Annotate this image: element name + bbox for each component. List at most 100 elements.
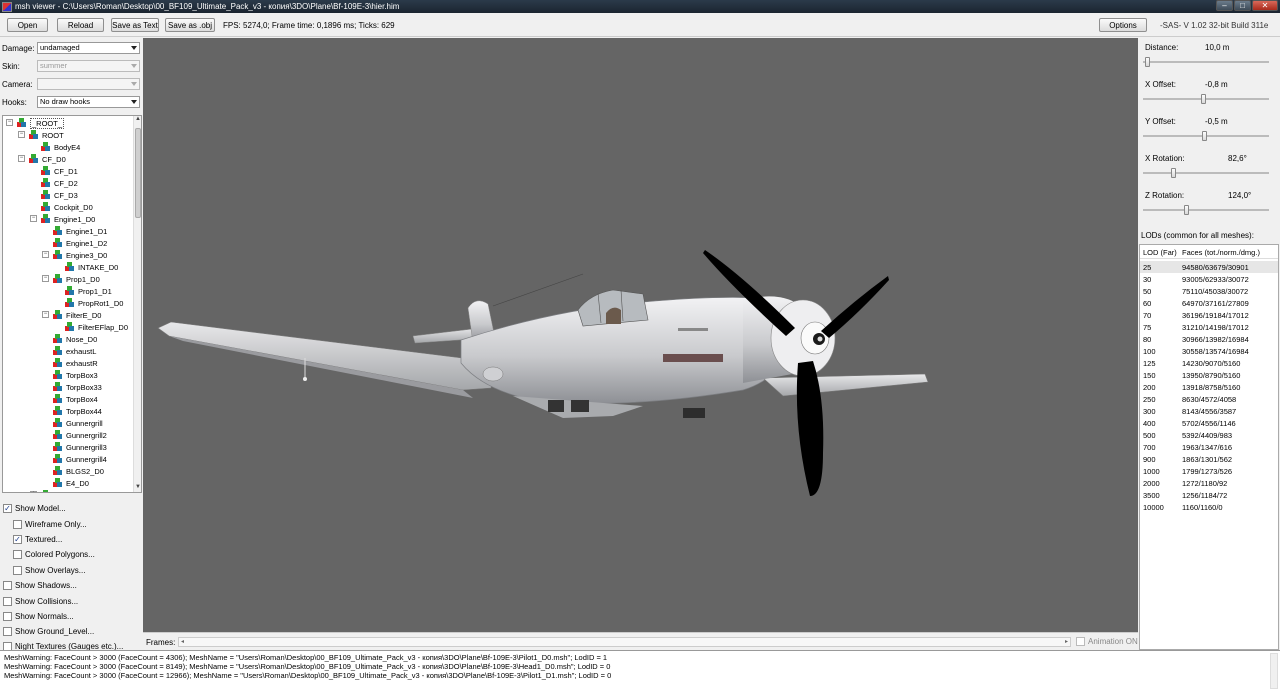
save-as-obj-button[interactable]: Save as .obj	[165, 18, 215, 32]
slider-knob[interactable]	[1202, 131, 1207, 141]
lod-row[interactable]: 2000 1272/1180/92	[1140, 477, 1278, 489]
tree-scrollbar[interactable]: ▲ ▼	[133, 116, 141, 492]
lod-row[interactable]: 60 64970/37161/27809	[1140, 297, 1278, 309]
minimize-button[interactable]: –	[1216, 0, 1233, 11]
tree-node[interactable]: Engine1_D1	[53, 225, 107, 237]
lod-row[interactable]: 900 1863/1301/562	[1140, 453, 1278, 465]
option-checkbox[interactable]: Show Collisions...	[3, 595, 78, 607]
param-slider[interactable]	[1143, 94, 1269, 104]
tree-node[interactable]: CF_D1	[41, 165, 78, 177]
tree-node[interactable]: BLGS2_D0	[53, 465, 104, 477]
animation-toggle[interactable]: Animation ON	[1076, 637, 1138, 646]
tree-node[interactable]: CF_D2	[41, 177, 78, 189]
tree-expander-icon[interactable]: −	[30, 215, 37, 222]
tree-node[interactable]: PropRot1_D0	[65, 297, 123, 309]
tree-node[interactable]: TorpBox33	[53, 381, 102, 393]
lod-row[interactable]: 75 31210/14198/17012	[1140, 321, 1278, 333]
lod-row[interactable]: 3500 1256/1184/72	[1140, 489, 1278, 501]
tree-node[interactable]: Engine3_D0	[53, 249, 107, 261]
tree-node[interactable]: ROOT	[29, 129, 64, 141]
lod-row[interactable]: 30 93005/62933/30072	[1140, 273, 1278, 285]
slider-knob[interactable]	[1201, 94, 1206, 104]
tree-node[interactable]: TorpBox3	[53, 369, 98, 381]
lod-row[interactable]: 100 30558/13574/16984	[1140, 345, 1278, 357]
lod-row[interactable]: 25 94580/63679/30901	[1140, 261, 1278, 273]
options-button[interactable]: Options	[1099, 18, 1147, 32]
tree-node[interactable]: TorpBox44	[53, 405, 102, 417]
option-checkbox[interactable]: Show Shadows...	[3, 579, 77, 591]
tree-node[interactable]: BodyE4	[41, 141, 80, 153]
lod-row[interactable]: 125 14230/9070/5160	[1140, 357, 1278, 369]
tree-node[interactable]: Engine1_D2	[53, 237, 107, 249]
lod-row[interactable]: 150 13950/8790/5160	[1140, 369, 1278, 381]
slider-rail[interactable]	[1143, 172, 1269, 174]
camera-select[interactable]	[37, 78, 140, 90]
option-checkbox[interactable]: ✓ Textured...	[13, 533, 62, 545]
slider-rail[interactable]	[1143, 98, 1269, 100]
option-checkbox[interactable]: Show Normals...	[3, 610, 74, 622]
lod-row[interactable]: 70 36196/19184/17012	[1140, 309, 1278, 321]
param-slider[interactable]	[1143, 131, 1269, 141]
slider-rail[interactable]	[1143, 209, 1269, 211]
checkmark-icon[interactable]: ✓	[13, 534, 22, 544]
lod-row[interactable]: 80 30966/13982/16984	[1140, 333, 1278, 345]
tree-node[interactable]: Gunnergrill4	[53, 453, 107, 465]
lod-row[interactable]: 10000 1160/1160/0	[1140, 501, 1278, 513]
reload-button[interactable]: Reload	[57, 18, 104, 32]
scroll-down-icon[interactable]: ▼	[135, 484, 141, 492]
hooks-select[interactable]: No draw hooks	[37, 96, 140, 108]
tree-node[interactable]: INTAKE_D0	[65, 261, 118, 273]
save-as-text-button[interactable]: Save as Text	[111, 18, 159, 32]
tree-node[interactable]: exhaustR	[53, 357, 98, 369]
tree-expander-icon[interactable]: −	[18, 131, 25, 138]
lod-row[interactable]: 700 1963/1347/616	[1140, 441, 1278, 453]
tree-node[interactable]: Prop1_D0	[53, 273, 100, 285]
tree-expander-icon[interactable]: −	[42, 275, 49, 282]
checkbox-box[interactable]	[3, 626, 12, 636]
tree-node[interactable]: FilterEFlap_D0	[65, 321, 128, 333]
checkbox-box[interactable]	[13, 565, 22, 575]
tree-expander-icon[interactable]: −	[42, 311, 49, 318]
skin-select[interactable]: summer	[37, 60, 140, 72]
option-checkbox[interactable]: Wireframe Only...	[13, 518, 87, 530]
checkbox-box[interactable]	[3, 596, 12, 606]
tree-node[interactable]: E4_D0	[53, 477, 89, 489]
lod-row[interactable]: 300 8143/4556/3587	[1140, 405, 1278, 417]
maximize-button[interactable]: □	[1234, 0, 1251, 11]
lod-row[interactable]: 1000 1799/1273/526	[1140, 465, 1278, 477]
tree-node[interactable]: CF_D3	[41, 189, 78, 201]
slider-rail[interactable]	[1143, 61, 1269, 63]
tree-node[interactable]: Engine2_D0	[41, 489, 95, 492]
tree-node[interactable]: Gunnergrill2	[53, 429, 107, 441]
checkbox-box[interactable]	[13, 519, 22, 529]
option-checkbox[interactable]: Show Overlays...	[13, 564, 85, 576]
tree-node[interactable]: Gunnergrill	[53, 417, 103, 429]
lod-row[interactable]: 500 5392/4409/983	[1140, 429, 1278, 441]
tree-expander-icon[interactable]: −	[6, 119, 13, 126]
tree-node[interactable]: CF_D0	[29, 153, 66, 165]
tree-node[interactable]: Cockpit_D0	[41, 201, 93, 213]
checkbox-box[interactable]	[3, 580, 12, 590]
slider-knob[interactable]	[1171, 168, 1176, 178]
tree-expander-icon[interactable]: −	[18, 155, 25, 162]
chevron-right-icon[interactable]: ▸	[1065, 638, 1068, 645]
lod-table[interactable]: LOD (Far) Faces (tot./norm./dmg.) 25 9458…	[1139, 244, 1279, 650]
param-slider[interactable]	[1143, 168, 1269, 178]
tree-node[interactable]: TorpBox4	[53, 393, 98, 405]
log-scrollbar[interactable]	[1270, 653, 1278, 689]
tree-expander-icon[interactable]: −	[42, 251, 49, 258]
scroll-up-icon[interactable]: ▲	[135, 116, 141, 124]
tree-node[interactable]: Nose_D0	[53, 333, 97, 345]
slider-knob[interactable]	[1184, 205, 1189, 215]
checkmark-icon[interactable]: ✓	[3, 503, 12, 513]
param-slider[interactable]	[1143, 205, 1269, 215]
tree-node[interactable]: _ROOT_	[17, 117, 65, 129]
tree-expander-icon[interactable]: +	[30, 491, 37, 492]
lod-row[interactable]: 250 8630/4572/4058	[1140, 393, 1278, 405]
lod-row[interactable]: 200 13918/8758/5160	[1140, 381, 1278, 393]
hierarchy-tree[interactable]: ▲ ▼ − _ROOT_ − ROOT BodyE4− CF_D0 CF_D1 CF_D2 CF…	[2, 115, 142, 493]
damage-select[interactable]: undamaged	[37, 42, 140, 54]
option-checkbox[interactable]: Colored Polygons...	[13, 548, 95, 560]
param-slider[interactable]	[1143, 57, 1269, 67]
3d-viewport[interactable]	[143, 38, 1138, 632]
